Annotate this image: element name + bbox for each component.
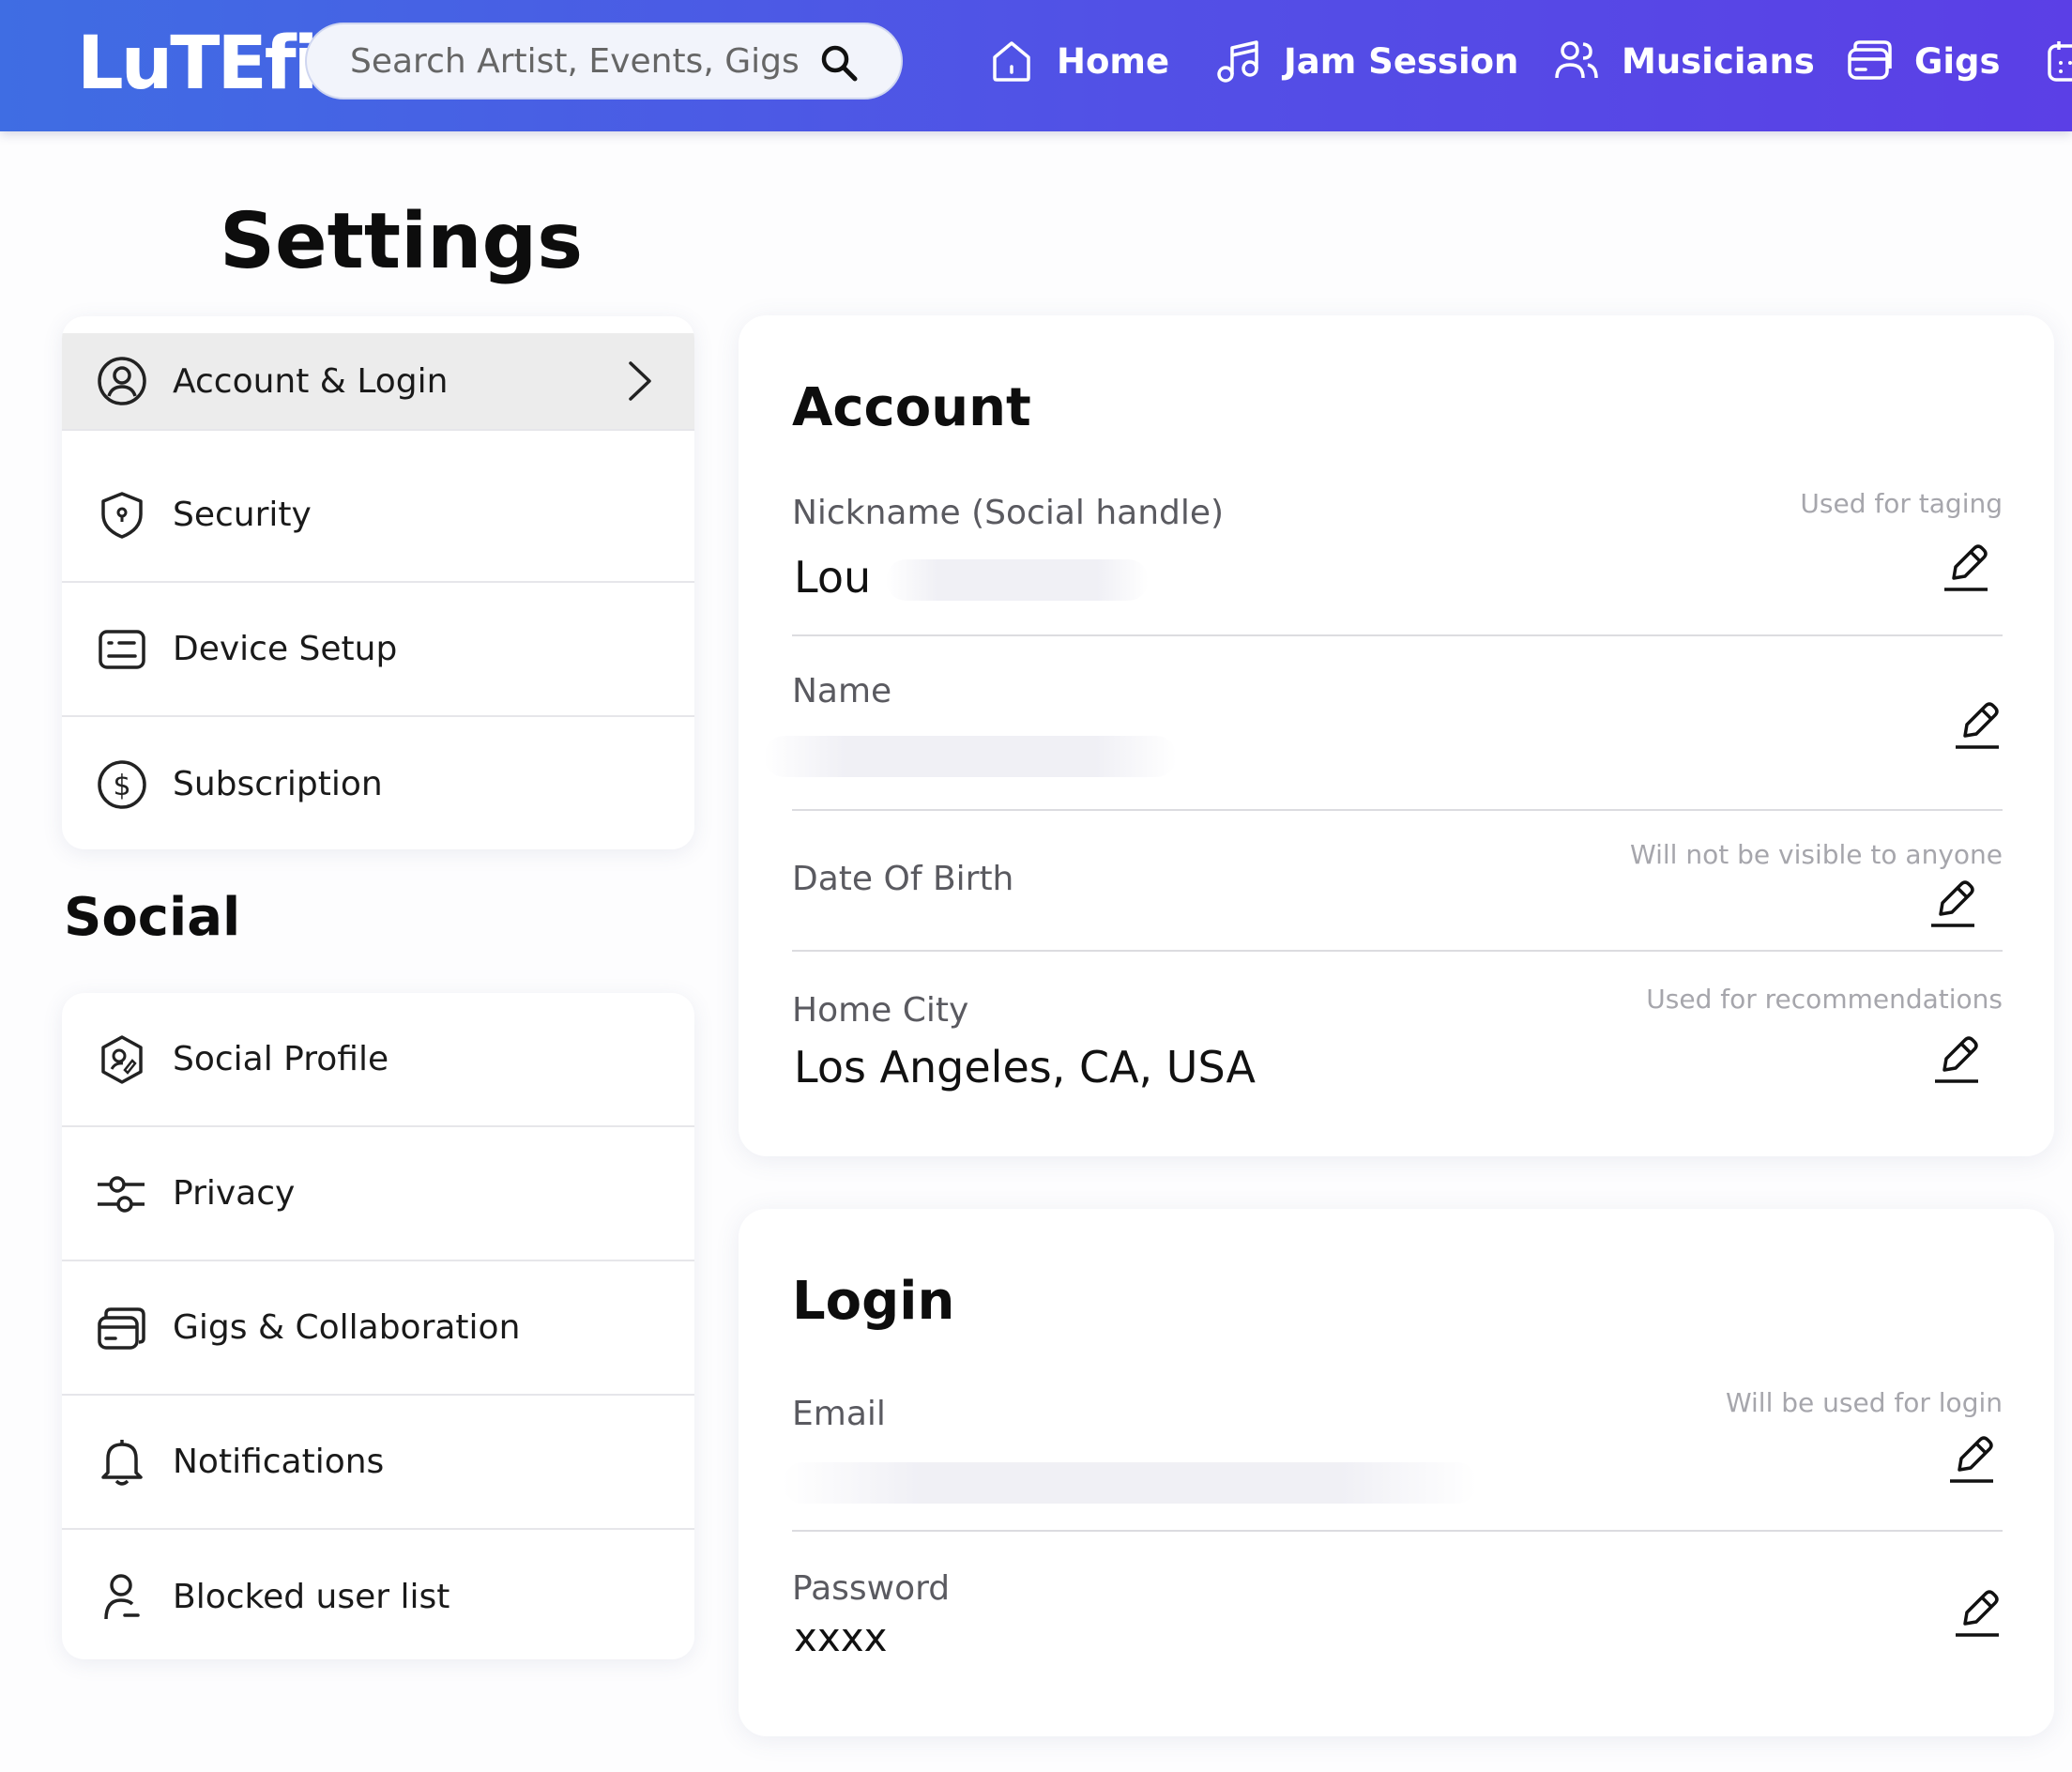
dob-label: Date Of Birth: [792, 860, 1014, 898]
email-label: Email: [792, 1395, 886, 1433]
name-field: Name: [764, 636, 2003, 811]
edit-password-pencil-icon[interactable]: [1954, 1586, 2003, 1641]
users-icon: [1555, 41, 1598, 79]
dollar-circle-icon: $: [96, 758, 148, 811]
svg-text:$: $: [113, 770, 130, 802]
account-card: Account Nickname (Social handle) Used fo…: [739, 315, 2054, 1156]
menu-item-label: Gigs & Collaboration: [173, 1308, 521, 1347]
menu-item-label: Device Setup: [173, 630, 398, 668]
home-icon: [993, 41, 1030, 82]
cards-icon: [96, 1302, 148, 1354]
nav-calendar[interactable]: [2046, 28, 2072, 94]
menu-item-blocked-users[interactable]: Blocked user list: [62, 1530, 694, 1659]
email-hint: Will be used for login: [1725, 1387, 2003, 1418]
menu-item-label: Account & Login: [173, 361, 449, 401]
sliders-icon: [96, 1168, 148, 1220]
name-label: Name: [792, 672, 892, 710]
edit-email-pencil-icon[interactable]: [1948, 1432, 1997, 1487]
social-section-title: Social: [64, 887, 241, 948]
menu-item-account-login[interactable]: Account & Login: [62, 333, 694, 431]
account-title: Account: [792, 377, 1031, 438]
menu-item-label: Security: [173, 496, 312, 534]
date-of-birth-field: Will not be visible to anyone Date Of Bi…: [792, 811, 2003, 952]
shield-icon: [96, 489, 148, 542]
nav-jam-session[interactable]: Jam Session: [1214, 28, 1518, 94]
keyboard-icon: [96, 623, 148, 676]
bell-icon: [96, 1436, 148, 1489]
home-city-field: Used for recommendations Home City Los A…: [792, 952, 2003, 1130]
nickname-field: Nickname (Social handle) Used for taging…: [792, 488, 2003, 636]
password-field: Password xxxx: [792, 1532, 2003, 1701]
settings-account-menu: Account & Login Security Device Setup $ …: [62, 316, 694, 849]
top-navigation-bar: LuTEfish Home Jam Session Music: [0, 0, 2072, 131]
email-field: Will be used for login Email: [783, 1387, 2003, 1532]
menu-item-security[interactable]: Security: [62, 449, 694, 583]
password-label: Password: [792, 1569, 951, 1608]
menu-item-label: Privacy: [173, 1174, 296, 1213]
password-value: xxxx: [794, 1614, 888, 1660]
search-icon[interactable]: [818, 42, 860, 84]
login-title: Login: [792, 1271, 955, 1332]
menu-item-privacy[interactable]: Privacy: [62, 1127, 694, 1261]
menu-item-label: Social Profile: [173, 1040, 389, 1078]
profile-badge-icon: [96, 1033, 148, 1086]
login-card: Login Will be used for login Email Passw…: [739, 1209, 2054, 1736]
settings-social-menu: Social Profile Privacy Gigs & Collaborat…: [62, 993, 694, 1659]
edit-name-pencil-icon[interactable]: [1954, 698, 2003, 753]
music-note-icon: [1217, 40, 1258, 83]
menu-item-subscription[interactable]: $ Subscription: [62, 717, 694, 849]
menu-item-social-profile[interactable]: Social Profile: [62, 993, 694, 1127]
dob-hint: Will not be visible to anyone: [1630, 839, 2003, 870]
nav-home-label: Home: [1057, 40, 1170, 82]
menu-item-label: Blocked user list: [173, 1578, 450, 1616]
nav-home[interactable]: Home: [987, 28, 1169, 94]
calendar-icon: [2048, 41, 2072, 82]
city-label: Home City: [792, 991, 969, 1030]
city-value: Los Angeles, CA, USA: [794, 1042, 1256, 1092]
edit-nickname-pencil-icon[interactable]: [1942, 541, 1991, 595]
user-circle-icon: [96, 355, 148, 407]
nickname-hint: Used for taging: [1800, 488, 2003, 519]
menu-item-gigs-collaboration[interactable]: Gigs & Collaboration: [62, 1261, 694, 1396]
search-box: [305, 23, 903, 99]
nav-gigs[interactable]: Gigs: [1845, 28, 2001, 94]
edit-dob-pencil-icon[interactable]: [1929, 877, 1978, 931]
nav-gigs-label: Gigs: [1914, 40, 2001, 82]
menu-item-label: Notifications: [173, 1443, 385, 1481]
card-icon: [1848, 40, 1892, 80]
city-hint: Used for recommendations: [1646, 984, 2003, 1015]
chevron-right-icon: [629, 361, 651, 401]
blurred-value: [886, 559, 1149, 601]
nav-musicians-label: Musicians: [1622, 40, 1815, 82]
edit-city-pencil-icon[interactable]: [1933, 1032, 1982, 1087]
nickname-value: Lou: [794, 552, 872, 603]
nav-musicians[interactable]: Musicians: [1552, 28, 1815, 94]
blurred-value: [764, 736, 1177, 777]
search-input[interactable]: [350, 41, 800, 81]
blurred-value: [783, 1462, 1477, 1504]
menu-item-label: Subscription: [173, 765, 383, 803]
menu-item-notifications[interactable]: Notifications: [62, 1396, 694, 1530]
user-minus-icon: [96, 1571, 148, 1624]
nav-jam-session-label: Jam Session: [1284, 40, 1519, 82]
nickname-label: Nickname (Social handle): [792, 494, 1225, 532]
page-title: Settings: [220, 197, 584, 286]
menu-item-device-setup[interactable]: Device Setup: [62, 583, 694, 717]
